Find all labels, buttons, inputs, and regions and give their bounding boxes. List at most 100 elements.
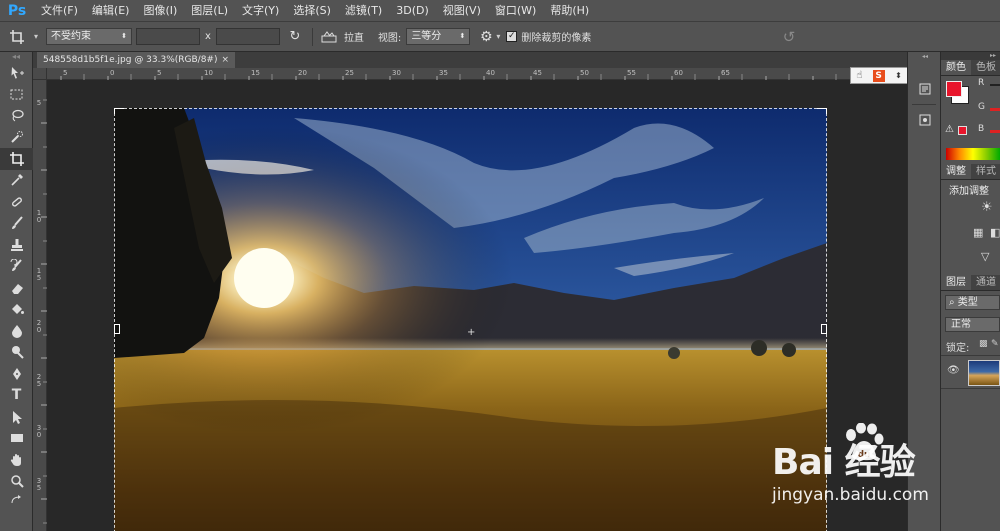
tab-color[interactable]: 颜色: [941, 60, 971, 75]
paint-bucket-tool-icon[interactable]: [0, 299, 33, 321]
menu-type[interactable]: 文字(Y): [235, 0, 286, 22]
channel-g-slider[interactable]: [990, 108, 1000, 111]
menu-help[interactable]: 帮助(H): [543, 0, 596, 22]
marquee-tool-icon[interactable]: [0, 84, 33, 106]
dock-collapse-icon[interactable]: ◂◂: [908, 52, 942, 60]
menu-filter[interactable]: 滤镜(T): [338, 0, 389, 22]
layer-thumbnail[interactable]: [968, 360, 1000, 386]
lock-transparent-icon[interactable]: ▩: [979, 339, 988, 349]
channel-b-slider[interactable]: [990, 130, 1000, 133]
swap-icon[interactable]: ↻: [284, 24, 306, 50]
crop-handle-right[interactable]: [821, 324, 827, 334]
horizontal-ruler[interactable]: 5 0 5 10 15 20 25 30 35 40 45 50 55 60 6…: [47, 68, 907, 80]
eyedropper-tool-icon[interactable]: [0, 170, 33, 192]
menu-window[interactable]: 窗口(W): [488, 0, 543, 22]
reset-icon[interactable]: ↺: [776, 24, 802, 50]
crop-tool-preset-icon[interactable]: [0, 24, 34, 50]
color-panel: R G ⚠ B: [941, 76, 1000, 164]
history-panel-icon[interactable]: [908, 78, 942, 100]
crop-tool-icon[interactable]: [0, 148, 33, 170]
pen-tool-icon[interactable]: [0, 363, 33, 385]
menu-layer[interactable]: 图层(L): [184, 0, 235, 22]
lasso-tool-icon[interactable]: [0, 105, 33, 127]
tab-styles[interactable]: 样式: [971, 164, 1000, 179]
zoom-tool-icon[interactable]: [0, 471, 33, 493]
ruler-origin[interactable]: [33, 68, 47, 80]
input-method-widget[interactable]: ☝ S ⬍: [850, 67, 908, 84]
document-tab[interactable]: 548558d1b5f1e.jpg @ 33.3%(RGB/8#) ×: [37, 52, 235, 68]
menu-image[interactable]: 图像(I): [136, 0, 184, 22]
layer-filter-select[interactable]: ⌕ 类型: [945, 295, 1000, 310]
crop-box[interactable]: +: [114, 108, 827, 531]
swap-colors-icon[interactable]: [0, 492, 33, 508]
menu-view[interactable]: 视图(V): [436, 0, 488, 22]
straighten-label[interactable]: 拉直: [339, 29, 369, 44]
eraser-tool-icon[interactable]: [0, 277, 33, 299]
hand-pointer-icon[interactable]: ☝: [856, 70, 862, 81]
brush-tool-icon[interactable]: [0, 213, 33, 235]
view-select[interactable]: 三等分 ⬍: [406, 28, 471, 45]
menu-3d[interactable]: 3D(D): [389, 0, 436, 22]
blur-tool-icon[interactable]: [0, 320, 33, 342]
crop-handle-top-right[interactable]: [817, 108, 827, 114]
exposure-icon[interactable]: ◧: [990, 226, 1000, 239]
clone-stamp-tool-icon[interactable]: [0, 234, 33, 256]
delete-cropped-checkbox[interactable]: ✓: [506, 31, 518, 42]
widget-menu-icon[interactable]: ⬍: [895, 71, 902, 80]
baidu-watermark: du Bai 经验 jingyan.baidu.com: [764, 423, 1000, 525]
vibrance-icon[interactable]: ▽: [981, 250, 989, 263]
hand-tool-icon[interactable]: [0, 449, 33, 471]
crop-handle-left[interactable]: [114, 324, 120, 334]
menu-file[interactable]: 文件(F): [34, 0, 85, 22]
dodge-tool-icon[interactable]: [0, 342, 33, 364]
info-panel-icon[interactable]: [908, 109, 942, 131]
gear-icon[interactable]: ⚙: [476, 24, 496, 50]
tab-channels[interactable]: 通道: [971, 275, 1000, 290]
panels-collapse-icon[interactable]: ▸▸: [941, 52, 1000, 60]
menu-edit[interactable]: 编辑(E): [85, 0, 137, 22]
menu-select[interactable]: 选择(S): [286, 0, 338, 22]
ratio-select[interactable]: 不受约束 ⬍: [46, 28, 133, 45]
blend-mode-value: 正常: [951, 319, 971, 330]
quick-selection-tool-icon[interactable]: [0, 127, 33, 149]
tab-adjustments[interactable]: 调整: [941, 164, 971, 179]
layer-visibility-eye-icon[interactable]: 👁: [947, 365, 960, 376]
move-tool-icon[interactable]: [0, 62, 33, 84]
curves-icon[interactable]: ▦: [973, 226, 983, 239]
delete-cropped-label[interactable]: 删除裁剪的像素: [521, 29, 596, 44]
gamut-swatch[interactable]: [958, 126, 967, 135]
filter-search-icon: ⌕: [949, 297, 955, 308]
height-input[interactable]: [215, 28, 280, 45]
brightness-icon[interactable]: ☀: [981, 200, 993, 215]
healing-brush-tool-icon[interactable]: [0, 191, 33, 213]
history-brush-tool-icon[interactable]: [0, 256, 33, 278]
divider: [311, 27, 313, 46]
layer-row[interactable]: 👁: [941, 355, 1000, 389]
gamut-warning-icon[interactable]: ⚠: [945, 124, 954, 135]
crop-handle-top-left[interactable]: [114, 108, 124, 114]
type-tool-icon[interactable]: T: [0, 385, 33, 407]
foreground-color-swatch[interactable]: [946, 81, 962, 97]
tab-layers[interactable]: 图层: [941, 275, 971, 290]
straighten-icon[interactable]: [319, 24, 339, 50]
vertical-ruler[interactable]: 5 1 0 1 5 2 0 2 5 3 0 3 5: [33, 80, 47, 531]
width-input[interactable]: [136, 28, 201, 45]
v-tick-label: 1 5: [36, 267, 42, 282]
color-spectrum-bar[interactable]: [946, 148, 1000, 160]
channel-r-slider[interactable]: [990, 84, 1000, 86]
v-tick-label: 2 5: [36, 373, 42, 388]
h-tick-label: 30: [392, 69, 401, 77]
channel-b-label: B: [978, 124, 985, 134]
photoshop-window: Ps 文件(F) 编辑(E) 图像(I) 图层(L) 文字(Y) 选择(S) 滤…: [0, 0, 1000, 531]
rectangle-tool-icon[interactable]: [0, 428, 33, 450]
document-close-icon[interactable]: ×: [221, 52, 229, 68]
preset-dropdown-arrow-icon[interactable]: ▾: [34, 32, 38, 41]
adjustments-panel: 添加调整 ☀ ▦ ◧ ▽: [941, 180, 1000, 275]
blend-mode-select[interactable]: 正常: [945, 317, 1000, 332]
lock-brush-icon[interactable]: ✎: [991, 339, 999, 349]
gear-dropdown-arrow-icon[interactable]: ▾: [496, 32, 500, 41]
path-selection-tool-icon[interactable]: [0, 406, 33, 428]
toolbar-grip-icon[interactable]: ◂◂: [0, 52, 32, 62]
sogou-icon[interactable]: S: [872, 69, 885, 82]
tab-swatches[interactable]: 色板: [971, 60, 1000, 75]
